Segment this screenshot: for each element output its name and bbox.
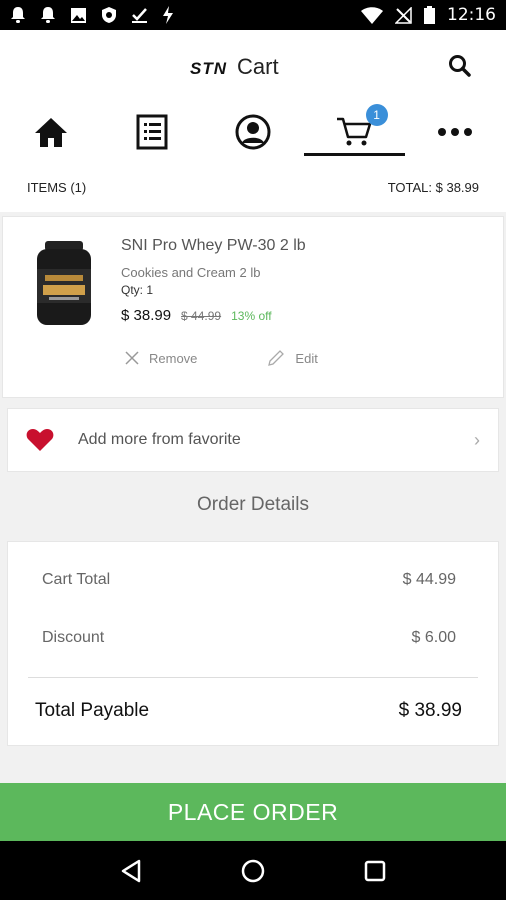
product-image <box>37 241 91 325</box>
stn-logo: STN <box>190 59 227 78</box>
profile-icon <box>235 114 271 150</box>
tab-cart[interactable]: 1 <box>303 102 406 162</box>
no-signal-icon <box>395 6 412 24</box>
battery-icon <box>424 6 435 24</box>
shield-icon <box>102 7 116 23</box>
notification-bell-icon <box>41 7 55 23</box>
tab-profile[interactable] <box>202 102 303 162</box>
status-bar: 12:16 <box>0 0 506 30</box>
search-button[interactable] <box>444 50 476 82</box>
wifi-icon <box>361 6 383 24</box>
check-download-icon <box>132 7 147 23</box>
chevron-right-icon: › <box>474 429 480 450</box>
cart-total-row: Cart Total $ 44.99 <box>42 571 456 589</box>
back-button[interactable] <box>120 859 142 883</box>
tab-more[interactable] <box>405 102 506 162</box>
product-name[interactable]: SNI Pro Whey PW-30 2 lb <box>121 237 306 255</box>
discount-row: Discount $ 6.00 <box>42 629 456 647</box>
place-order-button[interactable]: PLACE ORDER <box>0 783 506 841</box>
recents-button[interactable] <box>364 860 386 882</box>
item-actions: Remove Edit <box>125 349 318 367</box>
brand: STN Cart <box>190 54 279 80</box>
flash-icon <box>163 6 173 24</box>
cart-total-value: $ 44.99 <box>402 571 456 588</box>
cart-total-label: Cart Total <box>42 571 111 588</box>
home-button[interactable] <box>241 859 265 883</box>
discount-label: Discount <box>42 629 105 646</box>
order-details-card: Cart Total $ 44.99 Discount $ 6.00 Total… <box>7 541 499 746</box>
search-icon <box>449 55 471 77</box>
total-payable-value: $ 38.99 <box>398 700 462 721</box>
divider <box>28 677 478 678</box>
status-icons-right: 12:16 <box>361 5 496 25</box>
status-icons-left <box>10 6 174 24</box>
pencil-icon <box>268 350 285 366</box>
back-triangle-icon <box>121 859 140 882</box>
heart-icon <box>26 429 54 451</box>
image-icon <box>71 7 86 23</box>
list-icon <box>136 114 168 150</box>
product-quantity: Qty: 1 <box>121 283 154 297</box>
edit-label: Edit <box>295 350 318 366</box>
remove-label: Remove <box>149 350 198 366</box>
order-details-title: Order Details <box>197 494 309 515</box>
home-icon <box>34 118 67 147</box>
product-old-price: $ 44.99 <box>181 309 222 323</box>
page-title: Cart <box>237 54 279 79</box>
clock: 12:16 <box>447 5 496 25</box>
tab-home[interactable] <box>0 102 101 162</box>
close-icon <box>125 351 139 365</box>
cart-total: TOTAL: $ 38.99 <box>387 179 479 195</box>
recents-square-icon <box>365 860 386 881</box>
edit-button[interactable]: Edit <box>267 349 318 367</box>
cart-item-card[interactable]: SNI Pro Whey PW-30 2 lb Cookies and Crea… <box>2 216 504 398</box>
discount-value: $ 6.00 <box>411 629 456 646</box>
product-prices: $ 38.99 $ 44.99 13% off <box>121 307 272 324</box>
more-icon <box>438 128 473 136</box>
total-payable-label: Total Payable <box>35 700 150 721</box>
system-nav-bar <box>0 841 506 900</box>
product-variant: Cookies and Cream 2 lb <box>121 265 261 280</box>
notification-bell-icon <box>11 7 25 23</box>
cart-count-badge: 1 <box>365 104 388 126</box>
remove-button[interactable]: Remove <box>125 349 197 367</box>
home-circle-icon <box>241 859 265 882</box>
app-header: STN Cart <box>0 30 506 102</box>
total-payable-row: Total Payable $ 38.99 <box>35 700 462 722</box>
favorite-label: Add more from favorite <box>78 431 241 448</box>
items-count: ITEMS (1) <box>27 179 87 195</box>
tab-list[interactable] <box>101 102 202 162</box>
nav-tabs: 1 <box>0 102 506 162</box>
cart-summary: ITEMS (1) TOTAL: $ 38.99 <box>0 162 506 212</box>
add-from-favorite-row[interactable]: Add more from favorite › <box>7 408 499 472</box>
product-price: $ 38.99 <box>121 307 172 324</box>
product-discount: 13% off <box>231 309 272 323</box>
